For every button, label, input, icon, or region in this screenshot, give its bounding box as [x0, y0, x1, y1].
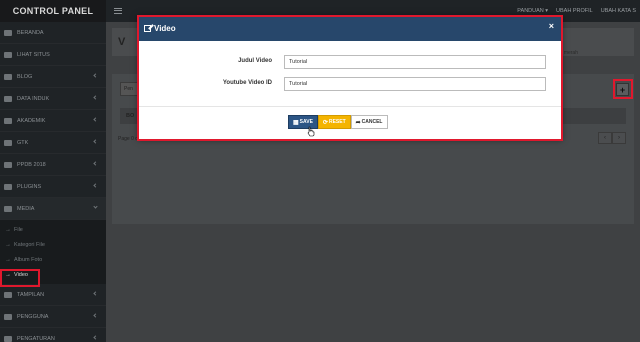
prev-page-button[interactable]: ‹ [598, 132, 612, 144]
form-row-judul: Judul Video Tutorial [138, 55, 562, 69]
edit-icon [144, 25, 151, 32]
sidebar-item-label: LIHAT SITUS [17, 51, 50, 58]
reset-label: RESET [328, 119, 346, 125]
chevron-left-icon [93, 73, 98, 78]
next-page-button[interactable]: › [612, 132, 626, 144]
submenu-item-album-foto[interactable]: → Album Foto [0, 252, 106, 267]
sidebar-menu: BERANDA LIHAT SITUS BLOG DATA INDUK AKAD… [0, 22, 106, 220]
sidebar-item-label: BERANDA [17, 29, 44, 36]
user-icon [4, 313, 12, 320]
submenu-item-label: File [14, 226, 23, 233]
sidebar-item-pengguna[interactable]: PENGGUNA [0, 306, 106, 328]
chevron-left-icon [93, 95, 98, 100]
sidebar-item-akademik[interactable]: AKADEMIK [0, 110, 106, 132]
paint-brush-icon [4, 291, 12, 298]
chevron-left-icon [93, 335, 98, 340]
sidebar-item-media[interactable]: MEDIA [0, 198, 106, 220]
chevron-left-icon [93, 183, 98, 188]
submenu-item-label: Album Foto [14, 256, 43, 263]
sidebar: CONTROL PANEL BERANDA LIHAT SITUS BLOG D… [0, 0, 106, 342]
youtube-id-input[interactable]: Tutorial [284, 77, 546, 91]
chevron-left-icon [93, 117, 98, 122]
sidebar-item-label: GTK [17, 139, 29, 146]
sidebar-item-label: TAMPILAN [17, 291, 45, 298]
youtube-id-label: Youtube Video ID [222, 80, 272, 86]
rocket-icon [4, 51, 12, 58]
database-icon [4, 95, 12, 102]
add-button-highlight [613, 79, 633, 99]
sidebar-item-label: MEDIA [17, 205, 35, 212]
sidebar-item-data-induk[interactable]: DATA INDUK [0, 88, 106, 110]
refresh-icon: ⟳ [322, 119, 328, 126]
hamburger-menu-icon[interactable] [114, 8, 122, 14]
sidebar-item-label: DATA INDUK [17, 95, 50, 102]
sidebar-item-label: PENGGUNA [17, 313, 49, 320]
cancel-label: CANCEL [361, 119, 383, 125]
chevron-left-icon [93, 161, 98, 166]
sidebar-item-plugins[interactable]: PLUGINS [0, 176, 106, 198]
help-link[interactable]: PANDUAN ▾ [517, 8, 548, 14]
change-password-link[interactable]: UBAH KATA S [601, 8, 636, 14]
submenu-item-file[interactable]: → File [0, 222, 106, 237]
topbar-links: PANDUAN ▾ UBAH PROFIL UBAH KATA S [517, 8, 640, 14]
hand-cursor-icon [307, 126, 315, 137]
page-title: V [118, 36, 126, 48]
video-modal: Video × Judul Video Tutorial Youtube Vid… [138, 16, 562, 140]
wrench-icon [4, 335, 12, 342]
sidebar-item-ppdb[interactable]: PPDB 2018 [0, 154, 106, 176]
sidebar-item-label: PLUGINS [17, 183, 42, 190]
film-icon [4, 205, 12, 212]
form-row-youtube-id: Youtube Video ID Tutorial [138, 77, 562, 91]
arrow-right-icon: → [5, 241, 11, 248]
edit-icon [4, 73, 12, 80]
sidebar-item-lihat-situs[interactable]: LIHAT SITUS [0, 44, 106, 66]
chevron-left-icon [93, 313, 98, 318]
sidebar-item-label: PENGATURAN [17, 335, 55, 342]
sidebar-item-blog[interactable]: BLOG [0, 66, 106, 88]
home-icon [4, 29, 12, 36]
cancel-button[interactable]: ➦ CANCEL [350, 115, 388, 129]
save-label: SAVE [299, 119, 313, 125]
judul-video-label: Judul Video [238, 58, 272, 64]
judul-video-input[interactable]: Tutorial [284, 55, 546, 69]
sidebar-item-pengaturan[interactable]: PENGATURAN [0, 328, 106, 342]
pagination: ‹ › [598, 132, 626, 144]
sidebar-menu-bottom: TAMPILAN PENGGUNA PENGATURAN [0, 284, 106, 342]
sidebar-item-label: PPDB 2018 [17, 161, 46, 168]
graduation-cap-icon [4, 117, 12, 124]
video-menu-highlight [0, 269, 40, 287]
modal-header: Video × [138, 16, 562, 41]
sidebar-item-beranda[interactable]: BERANDA [0, 22, 106, 44]
plug-icon [4, 183, 12, 190]
modal-title: Video [154, 24, 176, 33]
submenu-item-kategori-file[interactable]: → Kategori File [0, 237, 106, 252]
chevron-left-icon [93, 139, 98, 144]
close-icon[interactable]: × [549, 21, 554, 31]
users-icon [4, 139, 12, 146]
arrow-right-icon: → [5, 226, 11, 233]
edit-profile-link[interactable]: UBAH PROFIL [556, 8, 593, 14]
video-form: Judul Video Tutorial Youtube Video ID Tu… [138, 41, 562, 107]
sidebar-item-tampilan[interactable]: TAMPILAN [0, 284, 106, 306]
sidebar-item-label: BLOG [17, 73, 33, 80]
sidebar-item-gtk[interactable]: GTK [0, 132, 106, 154]
reset-button[interactable]: ⟳ RESET [317, 115, 351, 129]
floppy-icon: ▦ [293, 119, 299, 126]
submenu-item-label: Kategori File [14, 241, 45, 248]
chevron-left-icon [93, 291, 98, 296]
chevron-down-icon [93, 204, 98, 209]
modal-buttons: ▦ SAVE ⟳ RESET ➦ CANCEL [288, 115, 388, 129]
share-icon: ➦ [355, 119, 361, 126]
arrow-right-icon: → [5, 256, 11, 263]
calendar-icon [4, 161, 12, 168]
brand-title: CONTROL PANEL [0, 0, 106, 22]
sidebar-item-label: AKADEMIK [17, 117, 46, 124]
